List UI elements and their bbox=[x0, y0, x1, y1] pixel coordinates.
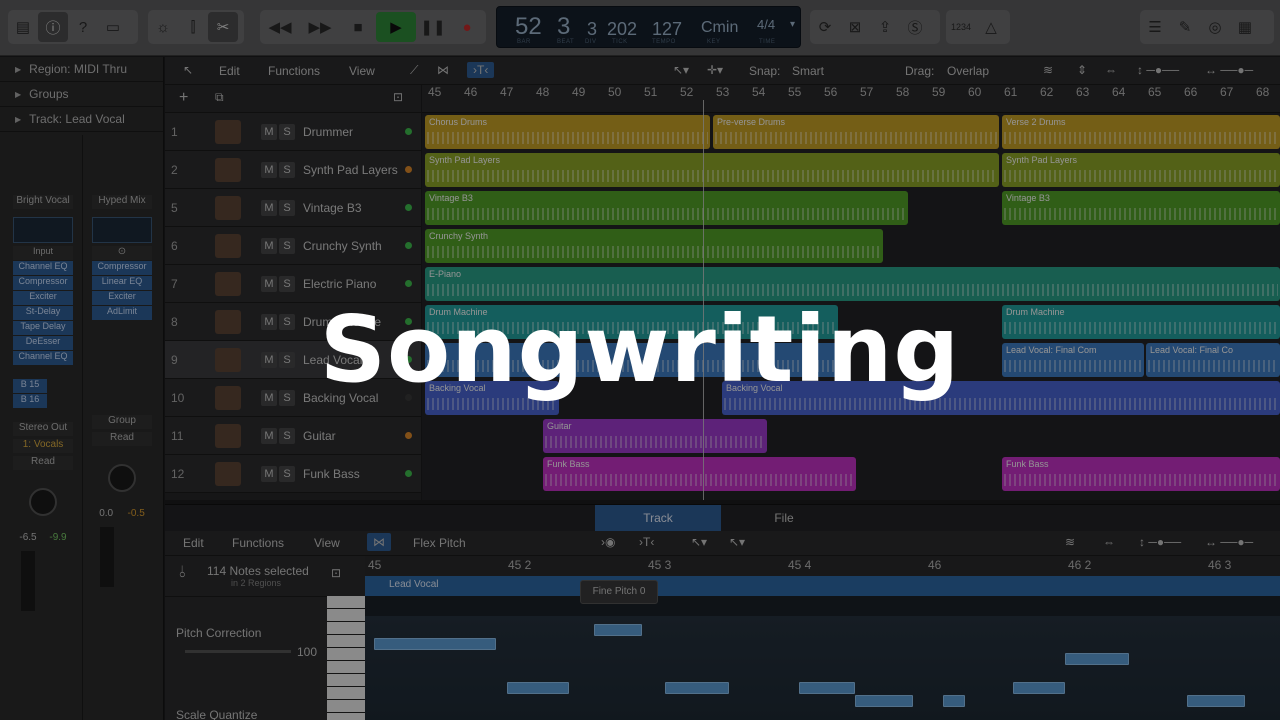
page-title: Songwriting bbox=[319, 296, 961, 403]
